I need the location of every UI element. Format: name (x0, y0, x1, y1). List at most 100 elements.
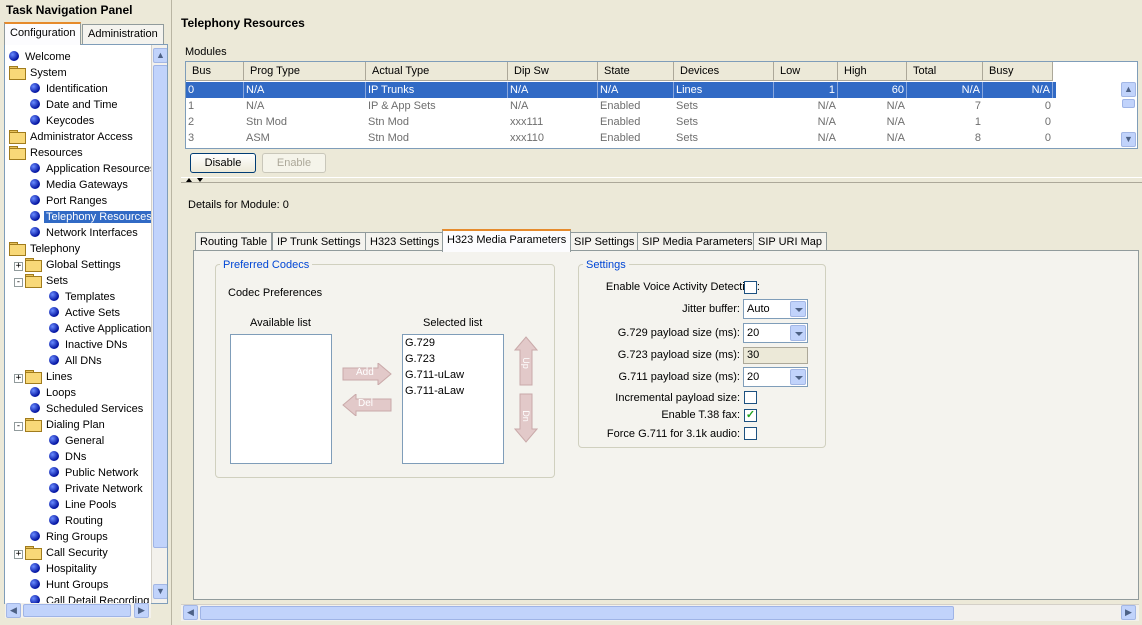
tree-item-date-and-time[interactable]: Date and Time (30, 97, 120, 113)
tree-item-templates[interactable]: Templates (49, 289, 117, 305)
column-header[interactable]: Prog Type (244, 62, 366, 81)
list-item[interactable]: G.711-uLaw (403, 367, 503, 383)
scroll-right-icon[interactable]: ▶ (1121, 605, 1136, 620)
add-button[interactable]: Add (342, 363, 392, 385)
tree-item-private-network[interactable]: Private Network (49, 481, 145, 497)
available-codecs-list[interactable] (230, 334, 332, 464)
tab-configuration[interactable]: Configuration (4, 22, 82, 45)
disable-button[interactable]: Disable (190, 153, 256, 173)
tree-item-lines[interactable]: + Lines (14, 369, 74, 385)
scroll-down-icon[interactable]: ▼ (1121, 132, 1136, 147)
nav-vertical-scrollbar[interactable]: ▲ ▼ (151, 45, 167, 603)
enable-button[interactable]: Enable (262, 153, 326, 173)
expand-icon[interactable]: + (14, 374, 23, 383)
tree-item-telephony[interactable]: Telephony (9, 241, 82, 257)
modules-vertical-scrollbar[interactable]: ▲ ▼ (1120, 62, 1137, 148)
nav-horizontal-scrollbar[interactable]: ◀ ▶ (5, 603, 151, 618)
collapse-icon[interactable]: - (14, 278, 23, 287)
tree-item-scheduled-services[interactable]: Scheduled Services (30, 401, 145, 417)
tree-item-system[interactable]: System (9, 65, 69, 81)
chevron-down-icon[interactable] (790, 301, 806, 317)
scroll-left-icon[interactable]: ◀ (183, 605, 198, 620)
column-header[interactable]: Low (774, 62, 838, 81)
tree-item-resources[interactable]: Resources (9, 145, 85, 161)
table-row[interactable]: 1 N/A IP & App Sets N/A Enabled Sets N/A N/A 7 0 (186, 98, 1056, 114)
move-up-button[interactable]: Up (514, 336, 538, 386)
list-item[interactable]: G.711-aLaw (403, 383, 503, 399)
tree-item-dns[interactable]: DNs (49, 449, 88, 465)
nav-scroll-thumb[interactable] (153, 65, 167, 548)
jitter-buffer-select[interactable]: Auto (743, 299, 808, 319)
tree-item-welcome[interactable]: Welcome (9, 49, 73, 65)
t38-fax-checkbox[interactable]: ✓ (744, 409, 757, 422)
panel-splitter[interactable] (181, 177, 1142, 183)
collapse-icon[interactable]: - (14, 422, 23, 431)
table-row[interactable]: 3 ASM Stn Mod xxx110 Enabled Sets N/A N/A 8 0 (186, 130, 1056, 146)
column-header[interactable]: Busy (983, 62, 1053, 81)
tree-item-global-settings[interactable]: + Global Settings (14, 257, 123, 273)
modules-scroll-thumb[interactable] (1122, 99, 1135, 108)
tree-item-inactive-dns[interactable]: Inactive DNs (49, 337, 129, 353)
column-header[interactable]: State (598, 62, 674, 81)
list-item[interactable]: G.723 (403, 351, 503, 367)
tree-item-dialing-plan[interactable]: - Dialing Plan (14, 417, 107, 433)
tree-item-hospitality[interactable]: Hospitality (30, 561, 99, 577)
tree-item-general[interactable]: General (49, 433, 106, 449)
tree-item-network-interfaces[interactable]: Network Interfaces (30, 225, 140, 241)
del-button[interactable]: Del (342, 394, 392, 416)
tree-item-application-resources[interactable]: Application Resources (30, 161, 157, 177)
tab-sip-settings[interactable]: SIP Settings (569, 232, 640, 251)
g711-payload-select[interactable]: 20 (743, 367, 808, 387)
column-header[interactable]: Bus (186, 62, 244, 81)
expand-icon[interactable]: + (14, 262, 23, 271)
tree-item-public-network[interactable]: Public Network (49, 465, 140, 481)
nav-hscroll-thumb[interactable] (23, 604, 131, 617)
main-hscroll-thumb[interactable] (200, 606, 954, 620)
tab-h323-settings[interactable]: H323 Settings (365, 232, 445, 251)
incremental-payload-checkbox[interactable] (744, 391, 757, 404)
column-header[interactable]: Dip Sw (508, 62, 598, 81)
column-header[interactable]: Actual Type (366, 62, 508, 81)
tab-sip-media-parameters[interactable]: SIP Media Parameters (637, 232, 758, 251)
tree-item-call-security[interactable]: + Call Security (14, 545, 110, 561)
tree-item-identification[interactable]: Identification (30, 81, 110, 97)
column-header[interactable]: Total (907, 62, 983, 81)
tab-sip-uri-map[interactable]: SIP URI Map (753, 232, 827, 251)
list-item[interactable]: G.729 (403, 335, 503, 351)
scroll-up-icon[interactable]: ▲ (1121, 82, 1136, 97)
table-row[interactable]: 0 N/A IP Trunks N/A N/A Lines 1 60 N/A N/A (186, 82, 1056, 98)
tree-item-loops[interactable]: Loops (30, 385, 78, 401)
tree-item-port-ranges[interactable]: Port Ranges (30, 193, 109, 209)
tree-item-routing[interactable]: Routing (49, 513, 105, 529)
tab-h323-media-parameters[interactable]: H323 Media Parameters (442, 229, 572, 252)
force-g711-checkbox[interactable] (744, 427, 757, 440)
tree-item-media-gateways[interactable]: Media Gateways (30, 177, 130, 193)
column-header[interactable]: High (838, 62, 907, 81)
table-row[interactable]: 2 Stn Mod Stn Mod xxx111 Enabled Sets N/A N/A 1 0 (186, 114, 1056, 130)
tree-item-ring-groups[interactable]: Ring Groups (30, 529, 110, 545)
scroll-left-icon[interactable]: ◀ (6, 603, 21, 618)
tab-ip-trunk-settings[interactable]: IP Trunk Settings (272, 232, 366, 251)
splitter-arrows-icon[interactable] (184, 176, 204, 184)
g729-payload-select[interactable]: 20 (743, 323, 808, 343)
main-horizontal-scrollbar[interactable]: ◀ ▶ (181, 604, 1139, 621)
tab-administration[interactable]: Administration (82, 24, 164, 44)
tree-item-active-application[interactable]: Active Application (49, 321, 153, 337)
tree-item-keycodes[interactable]: Keycodes (30, 113, 96, 129)
scroll-right-icon[interactable]: ▶ (134, 603, 149, 618)
tree-item-line-pools[interactable]: Line Pools (49, 497, 118, 513)
tree-item-administrator-access[interactable]: Administrator Access (9, 129, 135, 145)
tree-item-telephony-resources[interactable]: Telephony Resources (30, 209, 154, 225)
expand-icon[interactable]: + (14, 550, 23, 559)
column-header[interactable]: Devices (674, 62, 774, 81)
selected-codecs-list[interactable]: G.729 G.723 G.711-uLaw G.711-aLaw (402, 334, 504, 464)
move-down-button[interactable]: Dn (514, 393, 538, 443)
chevron-down-icon[interactable] (790, 325, 806, 341)
tree-item-hunt-groups[interactable]: Hunt Groups (30, 577, 110, 593)
tab-routing-table[interactable]: Routing Table (195, 232, 273, 251)
tree-item-active-sets[interactable]: Active Sets (49, 305, 122, 321)
scroll-up-icon[interactable]: ▲ (153, 48, 167, 63)
vad-checkbox[interactable] (744, 281, 757, 294)
chevron-down-icon[interactable] (790, 369, 806, 385)
tree-item-sets[interactable]: - Sets (14, 273, 70, 289)
